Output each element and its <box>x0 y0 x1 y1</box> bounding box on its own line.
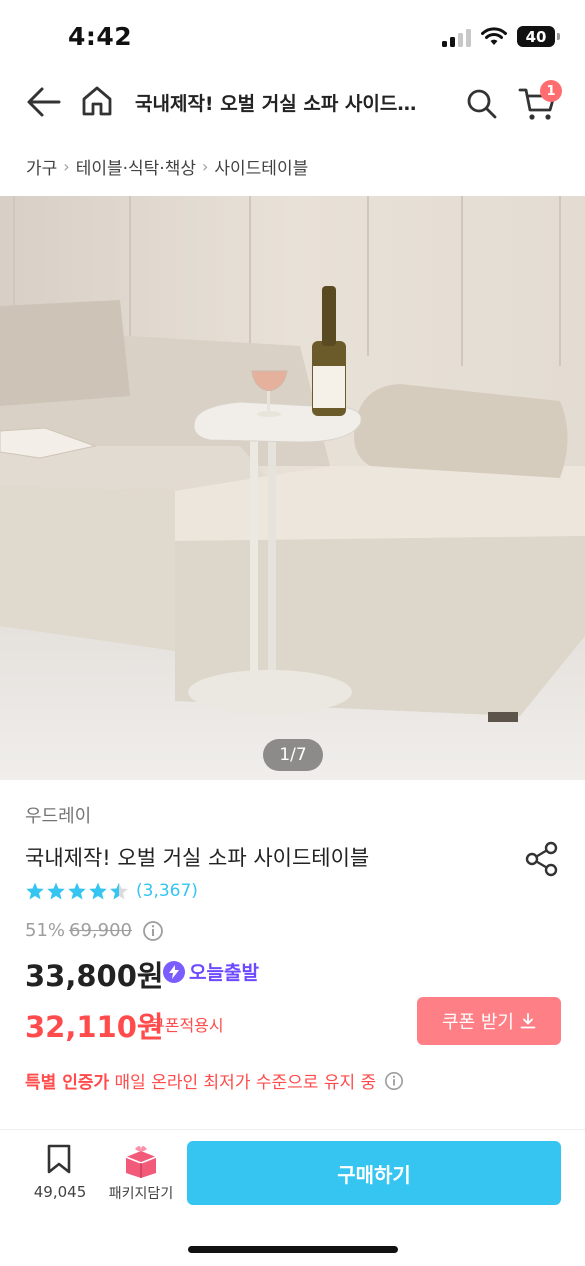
star-icon <box>47 882 65 900</box>
status-time: 4:42 <box>68 22 133 51</box>
coupon-download-button[interactable]: 쿠폰 받기 <box>417 997 561 1045</box>
package-box-icon[interactable] <box>121 1143 161 1179</box>
coupon-button-label: 쿠폰 받기 <box>442 1012 514 1033</box>
breadcrumb-item[interactable]: 테이블·식탁·책상 <box>76 154 196 179</box>
chevron-right-icon: › <box>201 157 209 176</box>
back-arrow-icon[interactable] <box>26 86 62 118</box>
page-title: 국내제작! 오벌 거실 소파 사이드… <box>135 93 417 115</box>
cart-count-badge: 1 <box>540 80 562 102</box>
star-icon <box>68 882 86 900</box>
info-icon[interactable] <box>384 1071 404 1091</box>
star-icon <box>26 882 44 900</box>
today-shipping-badge: 오늘출발 <box>163 958 259 985</box>
signal-icon <box>442 27 471 47</box>
special-price-text: 매일 온라인 최저가 수준으로 유지 중 <box>114 1073 377 1093</box>
special-price-title: 특별 인증가 <box>25 1073 110 1093</box>
breadcrumb: 가구 › 테이블·식탁·책상 › 사이드테이블 <box>26 154 308 179</box>
star-icon <box>89 882 107 900</box>
breadcrumb-item[interactable]: 사이드테이블 <box>214 154 308 179</box>
search-icon[interactable] <box>466 88 498 120</box>
battery-indicator: 40 <box>517 26 560 47</box>
home-icon[interactable] <box>80 84 114 118</box>
half-star-icon <box>110 882 128 900</box>
review-count[interactable]: (3,367) <box>136 881 198 901</box>
product-name: 국내제작! 오벌 거실 소파 사이드테이블 <box>25 846 370 870</box>
breadcrumb-item[interactable]: 가구 <box>26 154 57 179</box>
product-image[interactable] <box>0 196 585 780</box>
bookmark-icon[interactable] <box>45 1143 73 1175</box>
today-shipping-label: 오늘출발 <box>189 962 259 984</box>
coupon-price: 32,110원 <box>25 1010 164 1044</box>
buy-button[interactable]: 구매하기 <box>187 1141 561 1205</box>
download-icon <box>520 1013 536 1029</box>
rating-stars <box>25 881 129 901</box>
chevron-right-icon: › <box>63 157 70 176</box>
bookmark-count: 49,045 <box>33 1183 87 1201</box>
status-icons: 40 <box>442 26 560 47</box>
package-add-label[interactable]: 패키지담기 <box>103 1183 179 1203</box>
share-icon[interactable] <box>524 840 562 878</box>
sale-price: 33,800원 <box>25 959 164 993</box>
discount-rate: 51% <box>25 920 66 941</box>
special-price-notice: 특별 인증가 매일 온라인 최저가 수준으로 유지 중 <box>25 1068 404 1093</box>
coupon-note: 쿠폰적용시 <box>150 1016 224 1035</box>
info-icon[interactable] <box>142 920 164 942</box>
wifi-icon <box>481 26 507 45</box>
image-counter: 1/7 <box>263 739 323 771</box>
home-indicator <box>188 1246 398 1253</box>
original-price: 69,900 <box>69 920 132 941</box>
brand-name[interactable]: 우드레이 <box>25 802 91 828</box>
lightning-icon <box>163 960 185 983</box>
